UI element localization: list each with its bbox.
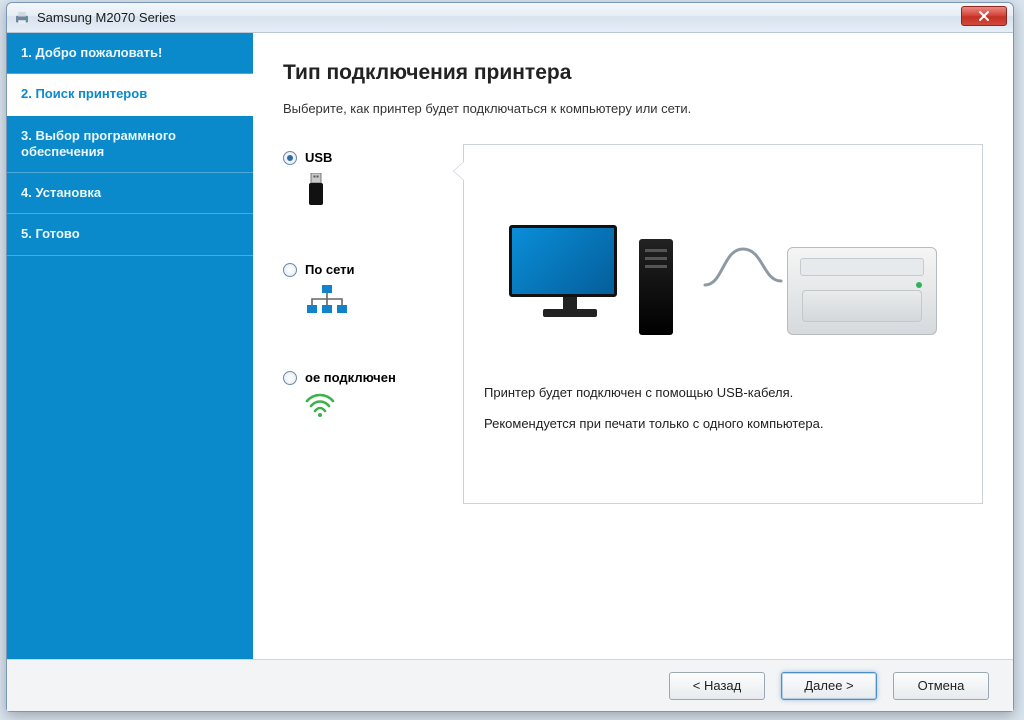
sidebar-item-done[interactable]: 5. Готово [7,214,253,255]
sidebar: 1. Добро пожаловать! 2. Поиск принтеров … [7,33,253,659]
sidebar-item-install[interactable]: 4. Установка [7,173,253,214]
radio-wireless[interactable] [283,371,297,385]
description-line1: Принтер будет подключен с помощью USB-ка… [484,385,962,400]
close-button[interactable] [961,6,1007,26]
wifi-icon [305,393,335,422]
button-label: Отмена [918,678,965,693]
close-icon [978,10,990,22]
window-title: Samsung M2070 Series [37,10,176,25]
cancel-button[interactable]: Отмена [893,672,989,700]
back-button[interactable]: < Назад [669,672,765,700]
page-subtitle: Выберите, как принтер будет подключаться… [283,101,983,116]
connection-illustration [484,175,962,335]
preview-panel: Принтер будет подключен с помощью USB-ка… [463,144,983,504]
body: 1. Добро пожаловать! 2. Поиск принтеров … [7,33,1013,659]
titlebar[interactable]: Samsung M2070 Series [7,3,1013,33]
option-network[interactable]: По сети [283,262,463,320]
sidebar-item-label: 3. Выбор программного обеспечения [21,128,176,159]
sidebar-item-welcome[interactable]: 1. Добро пожаловать! [7,33,253,74]
main-panel: Тип подключения принтера Выберите, как п… [253,33,1013,659]
button-label: Далее > [804,678,853,693]
next-button[interactable]: Далее > [781,672,877,700]
pc-tower-icon [639,239,673,335]
description-line2: Рекомендуется при печати только с одного… [484,416,962,431]
sidebar-item-label: 5. Готово [21,226,80,241]
usb-icon [305,173,327,212]
option-wireless[interactable]: ое подключен [283,370,463,422]
footer: < Назад Далее > Отмена [7,659,1013,711]
sidebar-item-label: 1. Добро пожаловать! [21,45,162,60]
cable-icon [703,241,783,291]
monitor-icon [509,225,631,335]
option-label: ое подключен [305,370,396,385]
installer-window: Samsung M2070 Series 1. Добро пожаловать… [6,2,1014,712]
option-label: USB [305,150,332,165]
sidebar-item-software[interactable]: 3. Выбор программного обеспечения [7,116,253,174]
description: Принтер будет подключен с помощью USB-ка… [484,385,962,431]
button-label: < Назад [693,678,741,693]
printer-icon [787,247,937,335]
radio-network[interactable] [283,263,297,277]
printer-app-icon [13,9,31,27]
sidebar-item-label: 4. Установка [21,185,101,200]
network-icon [305,285,349,320]
radio-usb[interactable] [283,151,297,165]
sidebar-item-label: 2. Поиск принтеров [21,86,147,101]
sidebar-item-search[interactable]: 2. Поиск принтеров [7,74,253,115]
option-label: По сети [305,262,355,277]
options-column: USB По сети [283,144,463,504]
option-usb[interactable]: USB [283,150,463,212]
options-row: USB По сети [283,144,983,504]
page-title: Тип подключения принтера [283,61,983,85]
